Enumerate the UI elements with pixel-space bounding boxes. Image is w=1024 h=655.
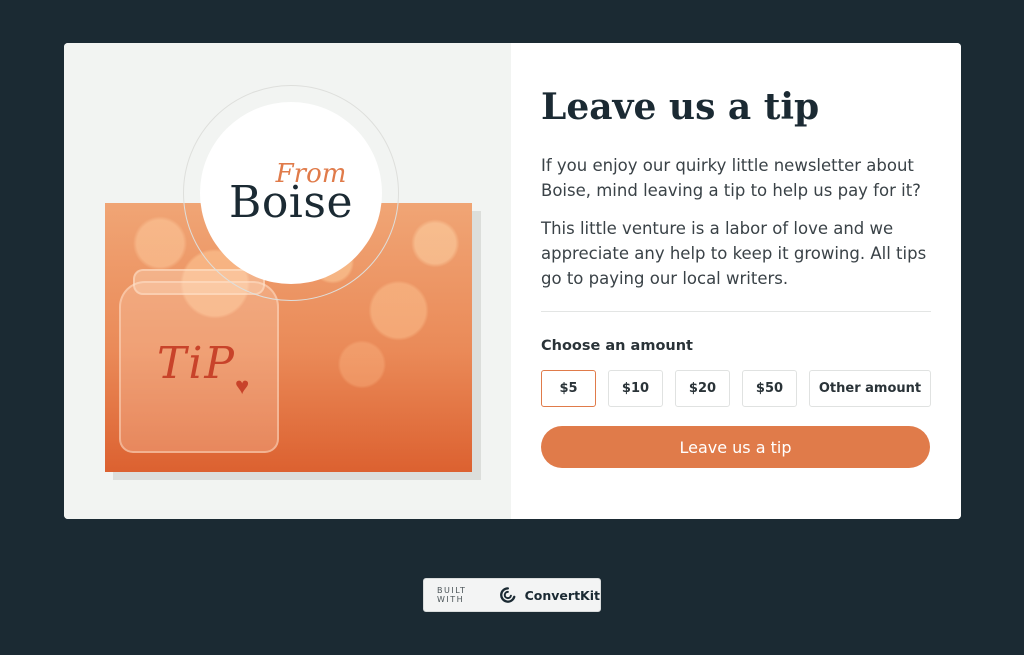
convertkit-brand-text: ConvertKit	[524, 587, 600, 603]
jar-label: TiP	[157, 338, 237, 389]
detail-paragraph: This little venture is a labor of love a…	[541, 219, 927, 288]
form-title: Leave us a tip	[541, 86, 820, 128]
amount-50-button[interactable]: $50	[742, 370, 797, 407]
tip-card: TiP ♥ From Boise Leave us a tip If you e…	[64, 43, 961, 519]
form-panel: Leave us a tip If you enjoy our quirky l…	[511, 43, 961, 519]
amount-10-button[interactable]: $10	[608, 370, 663, 407]
submit-tip-button[interactable]: Leave us a tip	[541, 426, 930, 468]
visual-panel: TiP ♥ From Boise	[64, 43, 511, 519]
built-with-text: BUILT WITH	[437, 586, 467, 604]
amount-20-button[interactable]: $20	[675, 370, 730, 407]
heart-icon: ♥	[235, 373, 250, 400]
amount-options: $5 $10 $20 $50 Other amount	[541, 370, 931, 407]
amount-label: Choose an amount	[541, 338, 693, 354]
built-with-badge[interactable]: BUILT WITH ConvertKit	[423, 578, 601, 612]
convertkit-logo-icon	[499, 587, 516, 603]
intro-paragraph: If you enjoy our quirky little newslette…	[541, 156, 921, 200]
amount-other-button[interactable]: Other amount	[809, 370, 931, 407]
logo-name-text: Boise	[228, 177, 353, 228]
logo: From Boise	[200, 102, 382, 284]
divider	[541, 311, 931, 312]
amount-5-button[interactable]: $5	[541, 370, 596, 407]
